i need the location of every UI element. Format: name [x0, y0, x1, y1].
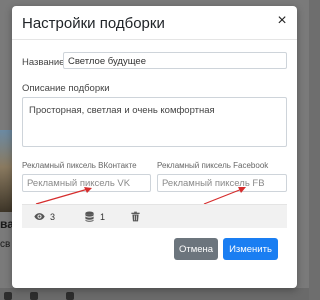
description-textarea[interactable]: Просторная, светлая и очень комфортная: [22, 97, 287, 147]
close-icon: ×: [277, 12, 287, 29]
modal-title: Настройки подборки: [22, 15, 165, 32]
trash-icon: [131, 211, 140, 222]
name-input[interactable]: Светлое будущее: [63, 52, 287, 69]
fb-pixel-label: Рекламный пиксель Facebook: [157, 161, 269, 170]
background-database-icon: [66, 292, 74, 300]
annotation-arrow-fb: [203, 187, 246, 205]
background-card-subtitle: св: [0, 239, 11, 250]
background-toolbar: [0, 288, 309, 300]
database-icon: [85, 211, 94, 222]
background-tool-icon: [4, 292, 12, 300]
cancel-button[interactable]: Отмена: [174, 238, 218, 260]
items-stat: 1: [84, 211, 105, 222]
collection-settings-modal: Настройки подборки × Название Светлое бу…: [12, 6, 297, 288]
delete-collection-button[interactable]: [130, 211, 141, 222]
close-button[interactable]: ×: [275, 12, 289, 29]
background-settings-icon: [30, 292, 38, 300]
collection-stats-bar: 3 1: [22, 204, 287, 228]
views-stat: 3: [34, 211, 55, 222]
eye-icon: [34, 213, 45, 220]
views-count: 3: [50, 211, 56, 222]
items-count: 1: [100, 211, 106, 222]
vk-pixel-label: Рекламный пиксель ВКонтакте: [22, 161, 137, 170]
save-button[interactable]: Изменить: [223, 238, 278, 260]
name-label: Название: [22, 57, 65, 68]
modal-header: Настройки подборки ×: [12, 6, 297, 40]
description-label: Описание подборки: [22, 83, 110, 94]
annotation-arrow-vk: [35, 187, 92, 205]
